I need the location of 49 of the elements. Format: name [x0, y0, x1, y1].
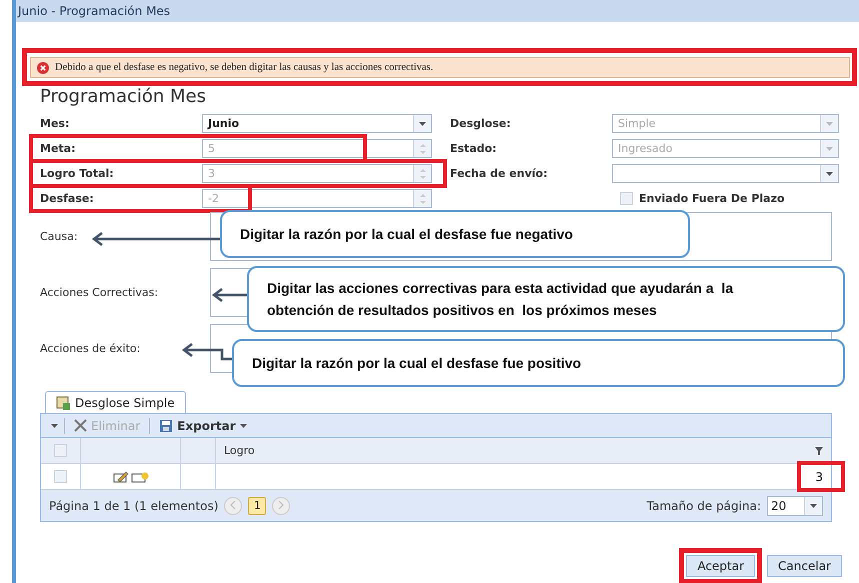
leader-arrow	[182, 342, 234, 360]
page-size-field[interactable]: 20	[767, 496, 823, 516]
leader-arrow	[212, 288, 248, 302]
dialog-button[interactable]: Cancelar	[767, 555, 842, 577]
field-label: Desglose:	[450, 117, 512, 130]
checkbox[interactable]	[54, 470, 67, 483]
field-label: Acciones Correctivas:	[40, 286, 158, 299]
error-icon	[37, 62, 49, 74]
checkbox[interactable]	[620, 192, 633, 205]
error-banner: Debido a que el desfase es negativo, se deben digitar las causas y las acciones correctivas.	[30, 57, 850, 78]
dialog-button[interactable]: Aceptar	[686, 555, 756, 577]
note-icon[interactable]	[130, 470, 148, 482]
checkbox[interactable]	[54, 444, 67, 457]
table-icon	[56, 396, 70, 410]
page-button[interactable]: 1	[248, 496, 266, 514]
field-label: Estado:	[450, 142, 498, 155]
edit-icon[interactable]	[112, 470, 128, 482]
dropdown-field[interactable]	[612, 164, 839, 183]
column-header[interactable]: Logro	[224, 444, 255, 457]
dropdown-field[interactable]: Junio	[202, 114, 432, 133]
dropdown-arrow-icon[interactable]	[51, 424, 58, 428]
annotation-tooltip: Digitar la razón por la cual el desfase fue positivo	[232, 339, 845, 387]
dropdown-arrow-icon[interactable]	[240, 424, 247, 428]
field-label: Mes:	[40, 117, 70, 130]
previous-page-button[interactable]	[224, 496, 242, 514]
field-label: Desfase:	[40, 192, 95, 205]
annotation-tooltip: Digitar la razón por la cual el desfase fue negativo	[220, 210, 690, 258]
form-heading: Programación Mes	[40, 86, 207, 108]
field-label: Fecha de envío:	[450, 167, 548, 180]
dropdown-arrow-icon[interactable]	[419, 122, 426, 126]
field-label: Acciones de éxito:	[40, 342, 140, 355]
annotation-tooltip: Digitar las acciones correctivas para esta actividad que ayudarán a la obtención de resultados positivos en los próximos meses	[247, 266, 845, 332]
dropdown-arrow-icon[interactable]	[826, 172, 833, 176]
page-size-label: Tamaño de página:	[646, 498, 761, 512]
filter-icon[interactable]	[815, 446, 823, 454]
export-button[interactable]: Exportar	[156, 418, 250, 432]
checkbox-label: Enviado Fuera De Plazo	[639, 192, 786, 205]
pager-summary: Página 1 de 1 (1 elementos)	[49, 498, 218, 512]
chevron-right-icon	[278, 500, 284, 508]
chevron-left-icon	[230, 500, 236, 508]
field-label: Causa:	[40, 230, 78, 243]
close-icon	[74, 419, 87, 432]
tab[interactable]: Desglose Simple	[45, 391, 186, 413]
field-label: Meta:	[40, 142, 76, 155]
dropdown-arrow-icon[interactable]	[810, 504, 817, 508]
field-label: Logro Total:	[40, 167, 115, 180]
table-cell: 3	[815, 470, 823, 484]
window-title: Junio - Programación Mes	[18, 4, 170, 18]
next-page-button[interactable]	[272, 496, 290, 514]
